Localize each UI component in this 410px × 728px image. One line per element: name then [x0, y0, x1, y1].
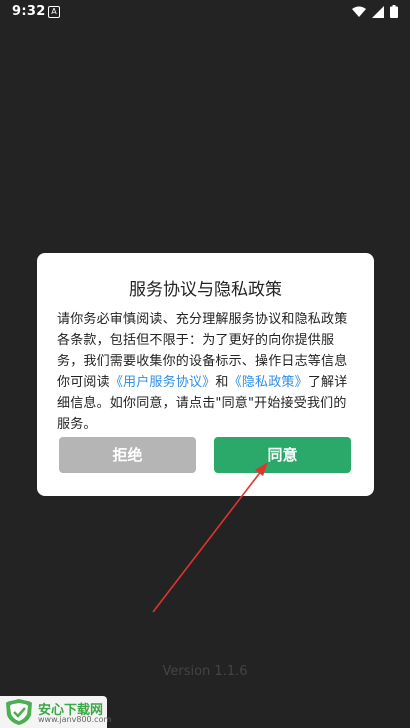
watermark-url: www.janv800.com: [38, 715, 112, 724]
privacy-policy-link[interactable]: 《隐私政策》: [229, 375, 308, 390]
battery-icon: [390, 5, 398, 18]
watermark-badge: 安心下载网 www.janv800.com: [0, 696, 111, 728]
dialog-body: 请你务必审慎阅读、充分理解服务协议和隐私政策各条款，包括但不限于：为了更好的向你…: [57, 309, 353, 435]
signal-icon: [372, 5, 384, 18]
body-text-and: 和: [215, 375, 229, 390]
status-icons: [352, 5, 398, 18]
status-bar: 9:32 A: [0, 0, 410, 24]
agree-button[interactable]: 同意: [214, 437, 351, 473]
agreement-dialog: 服务协议与隐私政策 请你务必审慎阅读、充分理解服务协议和隐私政策各条款，包括但不…: [37, 253, 374, 496]
dialog-title: 服务协议与隐私政策: [129, 280, 282, 300]
status-time: 9:32: [12, 4, 46, 19]
reject-button[interactable]: 拒绝: [59, 437, 196, 473]
notification-icon: A: [48, 6, 60, 18]
user-agreement-link[interactable]: 《用户服务协议》: [110, 375, 216, 390]
shield-logo-icon: [6, 699, 32, 725]
wifi-icon: [352, 6, 366, 17]
version-label: Version 1.1.6: [162, 664, 248, 679]
